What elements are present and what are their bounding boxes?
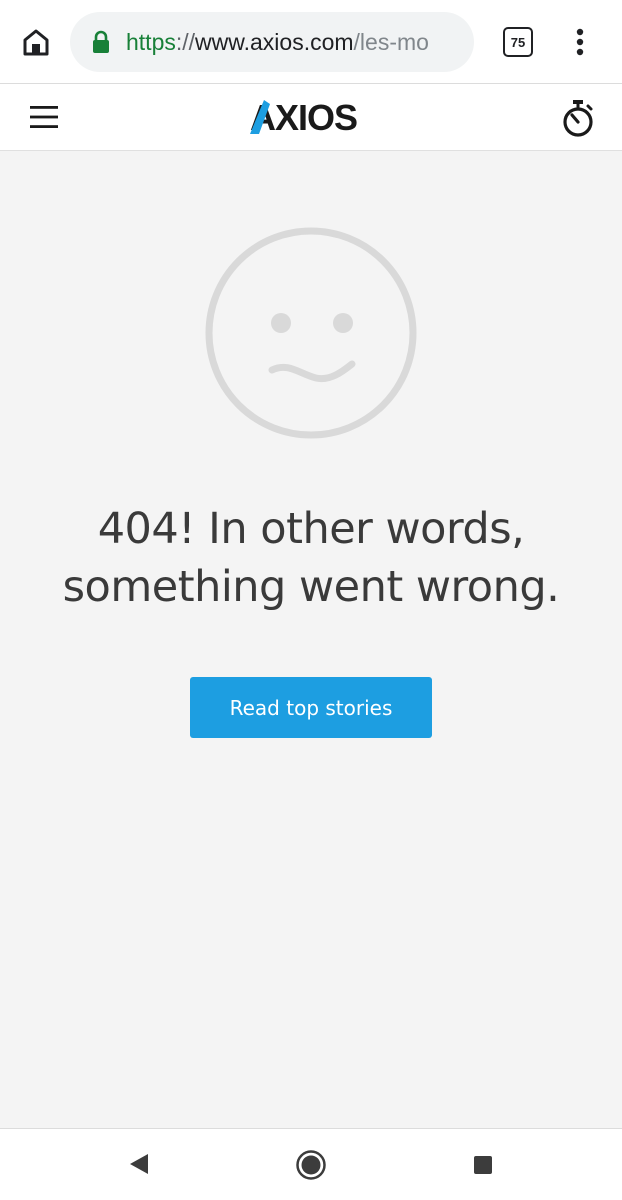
hamburger-menu-button[interactable] — [30, 103, 58, 131]
browser-toolbar: https://www.axios.com/les-mo 75 — [0, 0, 622, 84]
recents-square-icon[interactable] — [472, 1154, 494, 1176]
tab-count: 75 — [510, 34, 526, 50]
stopwatch-icon — [563, 100, 593, 137]
hamburger-icon — [30, 106, 58, 128]
stopwatch-button[interactable] — [560, 99, 596, 137]
address-bar[interactable]: https://www.axios.com/les-mo — [70, 12, 474, 72]
home-icon — [23, 29, 49, 56]
url-separator: :// — [175, 28, 196, 55]
back-triangle-icon[interactable] — [126, 1151, 152, 1177]
url-scheme: https — [126, 28, 176, 55]
axios-logo[interactable]: AXIOS — [250, 98, 374, 138]
nav-home-circle-icon[interactable] — [295, 1149, 327, 1181]
url-host: www.axios.com — [195, 28, 354, 55]
lock-icon — [93, 30, 109, 53]
url-path: /les-mo — [353, 28, 429, 55]
error-heading: 404! In other words, something went wron… — [20, 500, 602, 616]
read-top-stories-button[interactable]: Read top stories — [190, 677, 432, 738]
error-heading-line2: something went wrong. — [62, 562, 560, 612]
site-header: AXIOS — [0, 84, 622, 151]
browser-menu-button[interactable] — [566, 24, 594, 60]
tab-switcher-button[interactable]: 75 — [502, 26, 534, 58]
url-text: https://www.axios.com/les-mo — [126, 29, 429, 56]
logo-accent-mark — [250, 100, 270, 134]
more-vert-icon — [576, 28, 584, 56]
browser-home-button[interactable] — [18, 24, 54, 60]
error-heading-line1: 404! In other words, — [97, 504, 525, 554]
system-navigation-bar — [0, 1128, 622, 1200]
sad-face-icon — [205, 227, 417, 439]
tabs-icon: 75 — [503, 27, 533, 57]
